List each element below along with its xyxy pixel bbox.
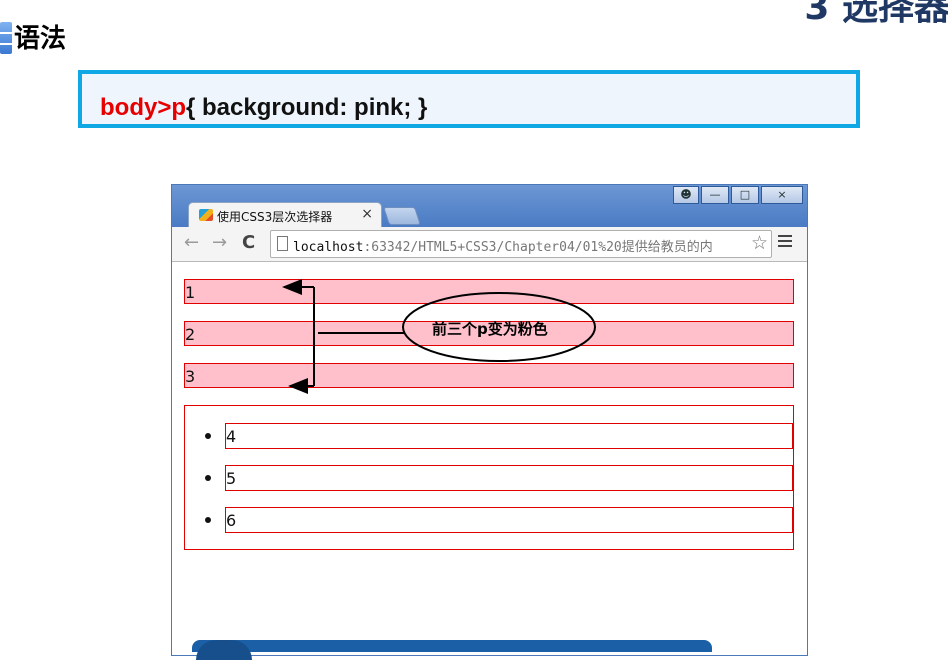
slide-footer-bar (192, 640, 712, 652)
slide-footer-logo (196, 640, 252, 660)
callout-text: 前三个p变为粉色 (432, 320, 548, 338)
